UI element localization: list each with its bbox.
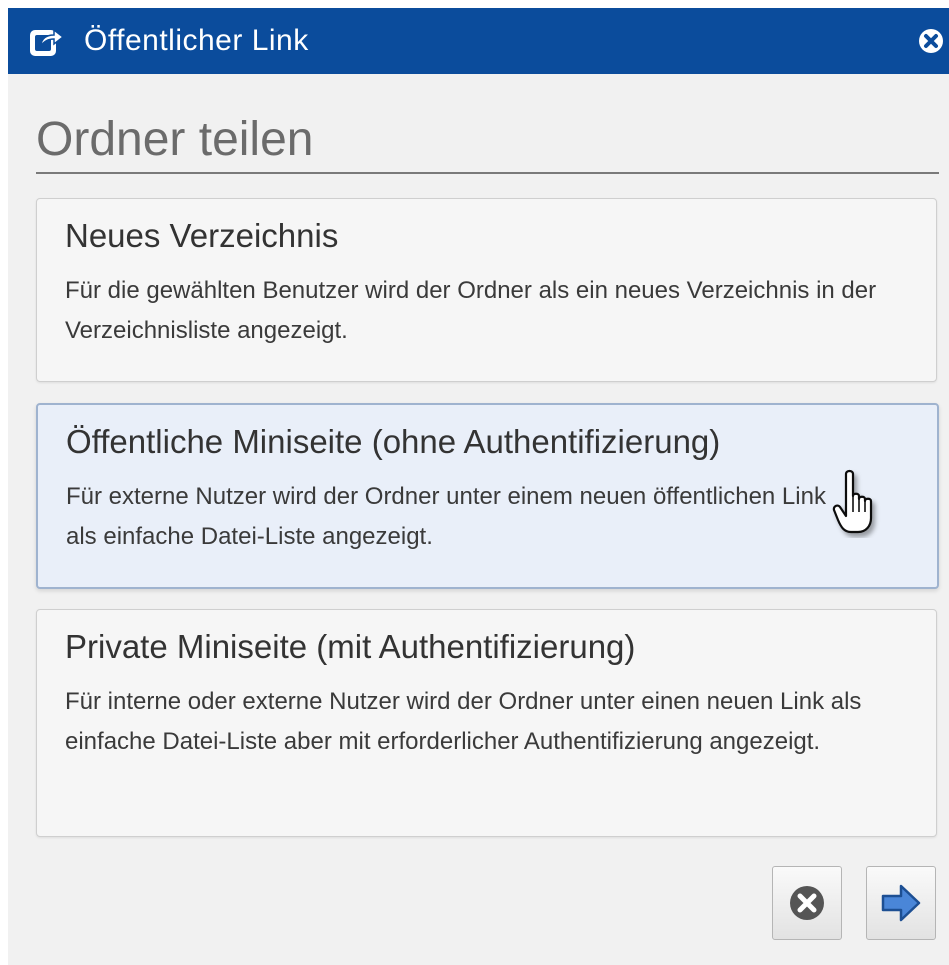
option-new-directory[interactable]: Neues Verzeichnis Für die gewählten Benu… [36, 198, 937, 382]
title-divider [36, 172, 939, 174]
arrow-right-icon [881, 884, 921, 922]
option-description: Für die gewählten Benutzer wird der Ordn… [65, 277, 877, 344]
share-icon [30, 28, 64, 56]
option-title: Neues Verzeichnis [65, 217, 339, 254]
cancel-button[interactable] [772, 866, 842, 940]
option-description: Für interne oder externe Nutzer wird der… [65, 688, 862, 755]
page-title: Ordner teilen [36, 113, 314, 166]
option-title: Öffentliche Miniseite (ohne Authentifizi… [66, 423, 721, 460]
next-button[interactable] [866, 866, 936, 940]
option-private-minisite[interactable]: Private Miniseite (mit Authentifizierung… [36, 609, 937, 837]
option-description: Für externe Nutzer wird der Ordner unter… [66, 483, 826, 550]
close-icon[interactable] [918, 28, 944, 54]
share-folder-dialog: Öffentlicher Link Ordner teilen Neues Ve… [8, 8, 949, 965]
dialog-titlebar: Öffentlicher Link [8, 8, 949, 74]
option-title: Private Miniseite (mit Authentifizierung… [65, 628, 636, 665]
option-public-minisite[interactable]: Öffentliche Miniseite (ohne Authentifizi… [36, 403, 939, 589]
cancel-icon [790, 886, 824, 920]
dialog-title: Öffentlicher Link [84, 24, 309, 57]
